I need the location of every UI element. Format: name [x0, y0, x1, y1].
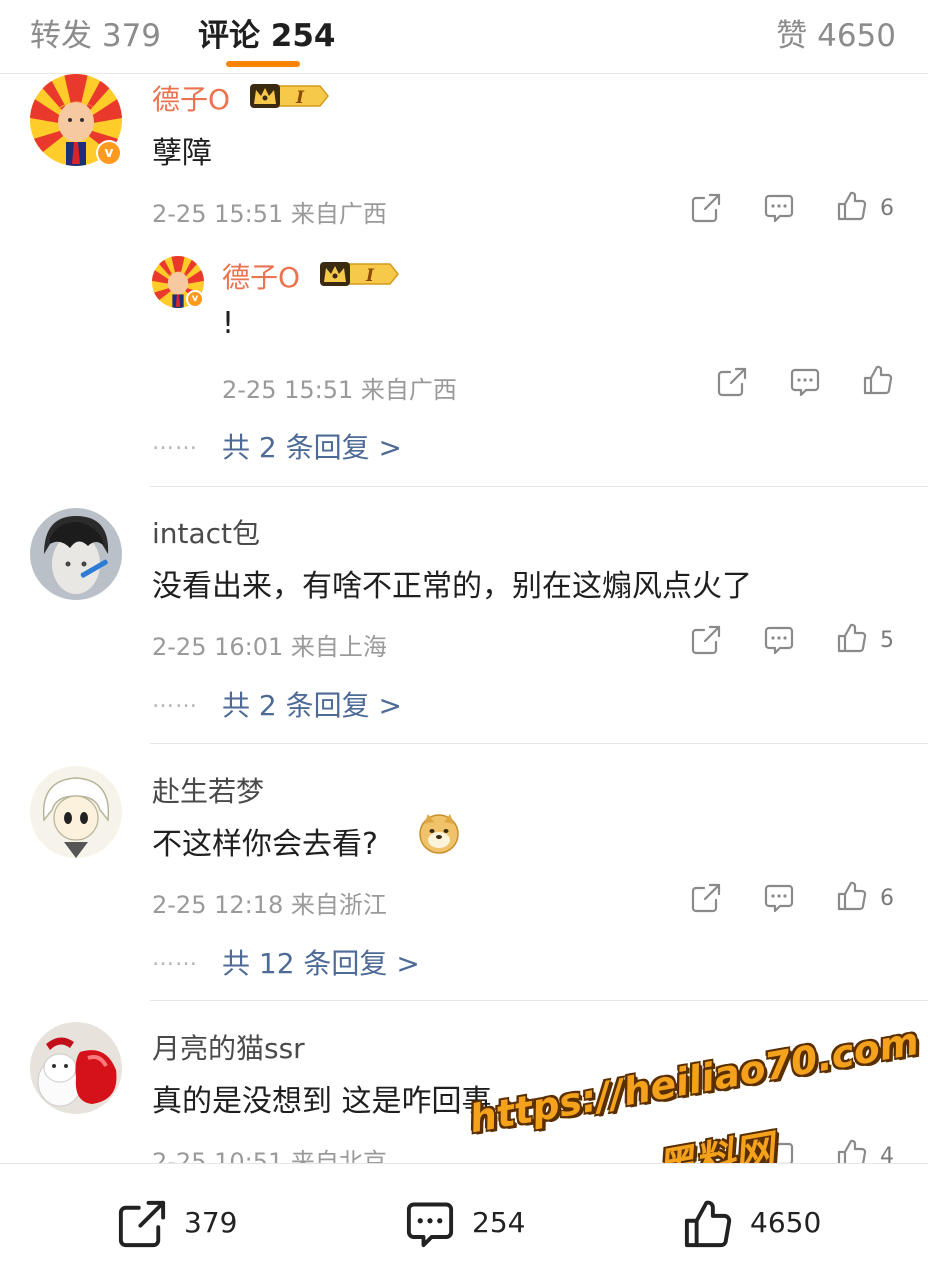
sub-reply-text: !	[222, 306, 235, 341]
divider	[150, 486, 928, 487]
avatar[interactable]	[30, 1022, 122, 1114]
divider	[150, 1000, 928, 1001]
reply-dots: ……	[152, 430, 198, 455]
like-count: 6	[880, 886, 894, 911]
view-replies-link[interactable]: 共 2 条回复 >	[222, 684, 402, 724]
comment-icon[interactable]	[763, 624, 795, 656]
like-icon	[684, 1200, 732, 1248]
share-icon[interactable]	[716, 366, 748, 398]
view-replies-link[interactable]: 共 2 条回复 >	[222, 426, 402, 466]
crown-icon: I	[318, 258, 400, 290]
vip-level: I	[295, 88, 305, 108]
share-icon[interactable]	[690, 624, 722, 656]
comment-text: 真的是没想到 这是咋回事	[152, 1084, 492, 1119]
avatar[interactable]	[30, 508, 122, 600]
share-icon[interactable]	[690, 882, 722, 914]
like-count: 5	[880, 628, 894, 653]
comment-count: 254	[472, 1206, 526, 1239]
comment-meta: 2-25 16:01 来自上海	[152, 633, 387, 661]
like-total: 4650	[750, 1206, 822, 1239]
divider	[150, 743, 928, 744]
sub-reply-meta: 2-25 15:51 来自广西	[222, 376, 457, 404]
comment-text: 孽障	[152, 136, 212, 171]
avatar[interactable]	[30, 766, 122, 858]
reply-dots: ……	[152, 688, 198, 713]
username[interactable]: 赴生若梦	[152, 770, 264, 810]
comment-icon	[406, 1202, 454, 1248]
username[interactable]: 月亮的猫ssr	[152, 1027, 305, 1067]
tab-likes[interactable]: 赞 4650	[776, 10, 896, 55]
bottom-action-bar: 379 254 4650	[0, 1163, 928, 1280]
comment-meta: 2-25 15:51 来自广西	[152, 200, 387, 228]
like-count: 6	[880, 196, 894, 221]
comment-meta: 2-25 12:18 来自浙江	[152, 891, 387, 919]
comment-icon[interactable]	[763, 192, 795, 224]
comment-text: 不这样你会去看?	[152, 827, 378, 862]
comment-icon[interactable]	[763, 882, 795, 914]
doge-emoji	[418, 812, 460, 854]
comment-tabs: 转发 379 评论 254 赞 4650	[0, 0, 928, 74]
share-icon[interactable]	[690, 192, 722, 224]
active-tab-indicator	[226, 61, 300, 67]
username[interactable]: 德子O	[152, 78, 230, 118]
comment-icon[interactable]	[789, 366, 821, 398]
like-icon[interactable]	[836, 622, 868, 654]
verified-badge-icon: v	[96, 140, 122, 166]
tab-comments[interactable]: 评论 254	[198, 10, 336, 55]
sub-reply-username[interactable]: 德子O	[222, 256, 300, 296]
comment-text: 没看出来，有啥不正常的，别在这煽风点火了	[152, 569, 752, 604]
like-icon[interactable]	[836, 880, 868, 912]
vip-level: I	[365, 266, 375, 286]
reply-dots: ……	[152, 946, 198, 971]
repost-count: 379	[184, 1206, 238, 1239]
like-icon[interactable]	[836, 190, 868, 222]
like-icon[interactable]	[862, 364, 894, 396]
crown-icon: I	[248, 80, 330, 112]
share-icon	[118, 1200, 166, 1248]
username[interactable]: intact包	[152, 512, 260, 552]
verified-badge-icon: v	[186, 290, 204, 308]
view-replies-link[interactable]: 共 12 条回复 >	[222, 942, 420, 982]
watermark-url: https://heiliao70.com	[466, 1018, 923, 1142]
tab-reposts[interactable]: 转发 379	[30, 10, 161, 55]
